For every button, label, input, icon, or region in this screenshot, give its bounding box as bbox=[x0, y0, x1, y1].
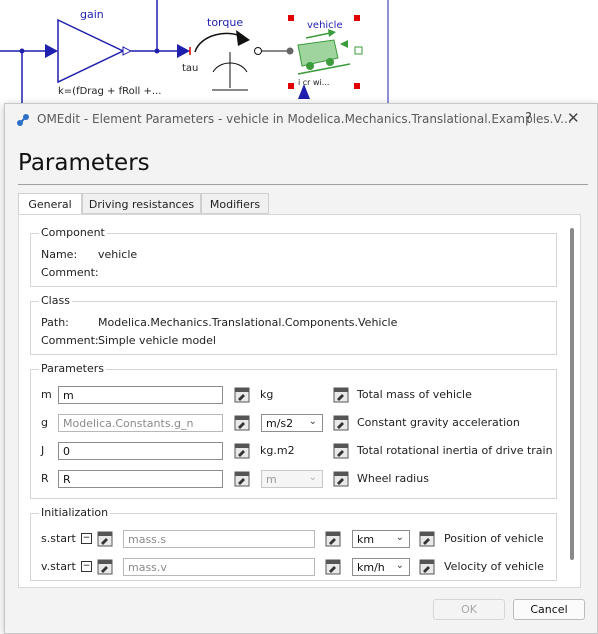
collapse-icon[interactable]: − bbox=[81, 533, 92, 544]
unit-select-g-value: m/s2 bbox=[266, 417, 294, 430]
param-name-g: g bbox=[41, 416, 48, 429]
class-comment-value: Simple vehicle model bbox=[98, 334, 216, 347]
torque-label: torque bbox=[207, 16, 244, 29]
param-name-R: R bbox=[41, 472, 49, 485]
torque-flange bbox=[254, 47, 262, 55]
param-unit-m: kg bbox=[260, 388, 274, 401]
initialization-group: Initialization s.start − mass.s km ⌄ Pos… bbox=[30, 506, 557, 581]
component-group: Component Name: vehicle Comment: bbox=[30, 226, 557, 287]
element-parameters-dialog: OMEdit - Element Parameters - vehicle in… bbox=[4, 103, 598, 634]
parameter-editor-icon[interactable] bbox=[325, 531, 341, 547]
param-input-m[interactable]: m bbox=[58, 386, 223, 404]
param-desc-m: Total mass of vehicle bbox=[357, 388, 472, 401]
component-comment-label: Comment: bbox=[41, 266, 99, 279]
vehicle-icon[interactable] bbox=[297, 29, 351, 75]
init-desc-s-start: Position of vehicle bbox=[444, 532, 544, 545]
vehicle-port bbox=[354, 46, 363, 55]
unit-select-s-start-value: km bbox=[357, 533, 375, 546]
parameter-editor-icon[interactable] bbox=[419, 559, 435, 575]
tau-label: tau bbox=[182, 63, 199, 74]
tab-driving-resistances[interactable]: Driving resistances bbox=[82, 193, 201, 214]
cancel-button[interactable]: Cancel bbox=[513, 599, 585, 620]
class-comment-label: Comment: bbox=[41, 334, 99, 347]
chevron-down-icon: ⌄ bbox=[308, 416, 317, 427]
wire-junction bbox=[154, 48, 160, 54]
unit-select-R[interactable]: m ⌄ bbox=[261, 470, 323, 488]
gain-output-port bbox=[122, 46, 133, 56]
unit-select-v-start[interactable]: km/h ⌄ bbox=[352, 558, 410, 576]
gain-parameter-label: k=(fDrag + fRoll +... bbox=[58, 86, 162, 97]
class-path-value: Modelica.Mechanics.Translational.Compone… bbox=[98, 316, 398, 329]
vehicle-label: vehicle bbox=[307, 20, 343, 31]
param-desc-J: Total rotational inertia of drive train bbox=[357, 444, 553, 457]
parameter-editor-icon[interactable] bbox=[419, 531, 435, 547]
param-desc-R: Wheel radius bbox=[357, 472, 429, 485]
window-title: OMEdit - Element Parameters - vehicle in… bbox=[37, 112, 572, 126]
help-button[interactable]: ? bbox=[525, 111, 532, 126]
parameter-editor-icon[interactable] bbox=[333, 471, 349, 487]
torque-input-port bbox=[177, 44, 190, 58]
param-input-g[interactable]: Modelica.Constants.g_n bbox=[58, 414, 223, 432]
parameter-editor-icon[interactable] bbox=[234, 443, 250, 459]
component-group-title: Component bbox=[39, 226, 107, 239]
vehicle-flange bbox=[286, 47, 294, 55]
gain-block[interactable] bbox=[57, 18, 125, 84]
class-path-label: Path: bbox=[41, 316, 69, 329]
initialization-group-title: Initialization bbox=[39, 506, 111, 519]
general-tab-panel: Component Name: vehicle Comment: Class P… bbox=[18, 214, 581, 588]
param-name-J: J bbox=[41, 444, 45, 457]
tab-modifiers[interactable]: Modifiers bbox=[201, 193, 269, 214]
init-name-v-start: v.start bbox=[41, 560, 76, 573]
collapse-icon[interactable]: − bbox=[81, 561, 92, 572]
selection-handle[interactable] bbox=[354, 15, 360, 21]
gain-label: gain bbox=[80, 8, 104, 21]
unit-select-R-value: m bbox=[266, 473, 277, 486]
init-input-s-start[interactable]: mass.s bbox=[123, 530, 315, 548]
page-title: Parameters bbox=[18, 150, 150, 176]
class-group-title: Class bbox=[39, 294, 72, 307]
class-group: Class Path: Modelica.Mechanics.Translati… bbox=[30, 294, 557, 355]
param-unit-J: kg.m2 bbox=[260, 444, 295, 457]
component-name-label: Name: bbox=[41, 248, 78, 261]
heading-divider bbox=[18, 184, 588, 185]
parameter-editor-icon[interactable] bbox=[234, 387, 250, 403]
component-name-value: vehicle bbox=[98, 248, 138, 261]
param-input-R[interactable]: R bbox=[58, 470, 223, 488]
param-input-J[interactable]: 0 bbox=[58, 442, 223, 460]
selection-handle[interactable] bbox=[288, 83, 294, 89]
parameters-group-title: Parameters bbox=[39, 362, 106, 375]
parameters-group: Parameters m m kg Total mass of vehicle … bbox=[30, 362, 557, 499]
unit-select-s-start[interactable]: km ⌄ bbox=[352, 530, 410, 548]
init-input-v-start[interactable]: mass.v bbox=[123, 558, 315, 576]
parameter-editor-icon[interactable] bbox=[333, 443, 349, 459]
tab-general[interactable]: General bbox=[18, 193, 82, 215]
parameter-editor-icon[interactable] bbox=[333, 387, 349, 403]
ok-button[interactable]: OK bbox=[433, 599, 505, 620]
unit-select-v-start-value: km/h bbox=[357, 561, 385, 574]
input-port bbox=[45, 44, 58, 58]
unit-select-g[interactable]: m/s2 ⌄ bbox=[261, 414, 323, 432]
parameter-editor-icon[interactable] bbox=[333, 415, 349, 431]
parameter-editor-icon[interactable] bbox=[234, 471, 250, 487]
parameter-editor-icon[interactable] bbox=[97, 531, 113, 547]
chevron-down-icon: ⌄ bbox=[395, 560, 404, 571]
chevron-down-icon: ⌄ bbox=[395, 532, 404, 543]
omedit-logo-icon bbox=[17, 114, 29, 126]
param-desc-g: Constant gravity acceleration bbox=[357, 416, 520, 429]
param-name-m: m bbox=[41, 388, 52, 401]
parameter-editor-icon[interactable] bbox=[234, 415, 250, 431]
init-desc-v-start: Velocity of vehicle bbox=[444, 560, 544, 573]
selection-handle[interactable] bbox=[354, 83, 360, 89]
title-bar[interactable]: OMEdit - Element Parameters - vehicle in… bbox=[5, 104, 597, 134]
selection-handle[interactable] bbox=[288, 15, 294, 21]
parameter-editor-icon[interactable] bbox=[325, 559, 341, 575]
vertical-scrollbar[interactable] bbox=[570, 228, 574, 560]
torque-arrowhead bbox=[236, 30, 250, 46]
vehicle-ports-label: i cr wi... bbox=[298, 78, 330, 87]
wire-junction bbox=[19, 48, 25, 54]
chevron-down-icon: ⌄ bbox=[308, 472, 317, 483]
parameter-editor-icon[interactable] bbox=[97, 559, 113, 575]
close-button[interactable]: ✕ bbox=[567, 109, 580, 127]
init-name-s-start: s.start bbox=[41, 532, 76, 545]
